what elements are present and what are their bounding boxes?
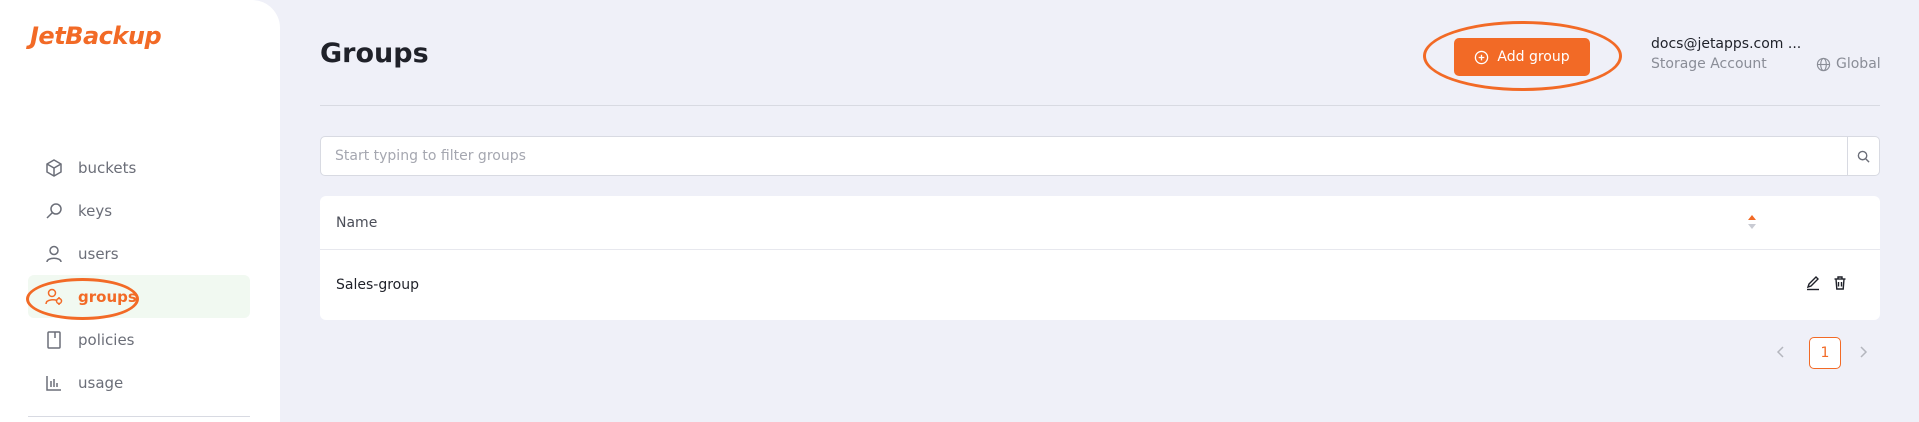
document-icon xyxy=(44,330,64,350)
sort-icon[interactable] xyxy=(1747,214,1757,230)
search-input[interactable] xyxy=(321,137,1847,175)
sidebar-item-groups[interactable]: groups xyxy=(28,275,250,318)
account-type: Storage Account xyxy=(1651,56,1767,72)
chevron-right-icon[interactable] xyxy=(1858,344,1868,360)
sidebar-item-label: keys xyxy=(78,201,113,220)
users-group-icon xyxy=(44,287,64,307)
sidebar-item-label: users xyxy=(78,244,119,263)
user-icon xyxy=(44,244,64,264)
trash-icon[interactable] xyxy=(1832,275,1848,291)
bar-chart-icon xyxy=(44,373,64,393)
table-row[interactable]: Sales-group xyxy=(320,250,1880,319)
group-name: Sales-group xyxy=(336,276,419,293)
sidebar-item-label: groups xyxy=(78,287,137,306)
table-header: Name xyxy=(320,196,1880,250)
search-button[interactable] xyxy=(1847,137,1879,175)
header-divider xyxy=(320,105,1880,106)
pagination-page[interactable]: 1 xyxy=(1809,337,1841,369)
groups-table: Name Sales-group xyxy=(320,196,1880,320)
region-label: Global xyxy=(1836,56,1881,72)
sidebar-item-label: buckets xyxy=(78,158,137,177)
sidebar-nav: buckets keys users groups policies usage xyxy=(28,146,250,404)
search-bar xyxy=(320,136,1880,176)
sidebar-item-buckets[interactable]: buckets xyxy=(28,146,250,189)
sidebar-item-users[interactable]: users xyxy=(28,232,250,275)
column-header-name[interactable]: Name xyxy=(336,215,377,231)
globe-icon xyxy=(1816,57,1831,71)
jetbackup-logo[interactable]: JetBackup xyxy=(30,22,162,50)
sidebar-divider xyxy=(28,416,250,417)
cube-icon xyxy=(44,158,64,178)
sidebar-item-label: usage xyxy=(78,373,124,392)
key-icon xyxy=(44,201,64,221)
sidebar: JetBackup buckets keys users groups poli… xyxy=(0,0,280,422)
page-title: Groups xyxy=(320,38,429,69)
account-menu[interactable]: docs@jetapps.com ... Storage Account xyxy=(1651,36,1801,72)
add-group-button[interactable]: Add group xyxy=(1454,38,1590,76)
region-selector[interactable]: Global xyxy=(1816,56,1881,72)
sidebar-item-label: policies xyxy=(78,330,135,349)
add-group-label: Add group xyxy=(1497,49,1570,65)
sidebar-item-usage[interactable]: usage xyxy=(28,361,250,404)
chevron-left-icon[interactable] xyxy=(1776,344,1786,360)
sidebar-item-keys[interactable]: keys xyxy=(28,189,250,232)
sidebar-item-policies[interactable]: policies xyxy=(28,318,250,361)
account-email: docs@jetapps.com ... xyxy=(1651,36,1802,52)
edit-icon[interactable] xyxy=(1805,275,1821,291)
search-icon xyxy=(1857,150,1870,163)
plus-circle-icon xyxy=(1475,50,1489,64)
